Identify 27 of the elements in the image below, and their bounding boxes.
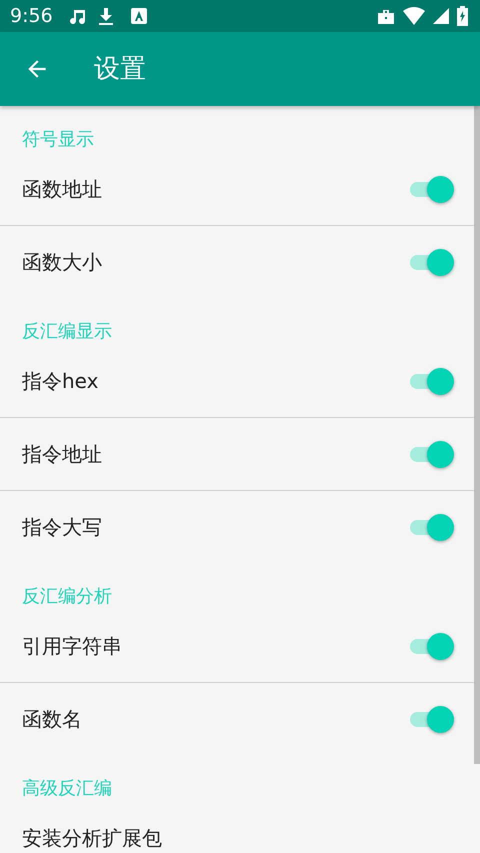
setting-label: 指令地址 [22, 441, 102, 468]
setting-label: 函数地址 [22, 176, 102, 202]
text-icon [130, 8, 147, 24]
setting-label: 函数大小 [22, 249, 102, 276]
setting-label: 指令hex [22, 368, 98, 394]
battery-icon [457, 6, 468, 26]
briefcase-icon [377, 7, 395, 25]
toggle-switch[interactable] [408, 366, 454, 396]
toggle-switch[interactable] [408, 512, 454, 542]
toggle-switch[interactable] [408, 247, 454, 277]
setting-label: 安装分析扩展包 [22, 824, 162, 852]
section-header: 符号显示 [22, 129, 94, 150]
setting-label: 函数名 [22, 706, 82, 733]
download-icon [96, 6, 115, 26]
section-header: 反汇编分析 [22, 586, 112, 607]
signal-icon [433, 8, 449, 24]
section-header: 反汇编显示 [22, 321, 112, 342]
setting-label: 引用字符串 [22, 632, 122, 660]
setting-label: 指令大写 [22, 514, 102, 541]
status-time: 9:56 [10, 4, 53, 29]
section-header: 高级反汇编 [22, 778, 112, 799]
toggle-switch[interactable] [408, 174, 454, 204]
toggle-switch[interactable] [408, 439, 454, 469]
toggle-switch[interactable] [408, 704, 454, 734]
toggle-switch[interactable] [408, 630, 454, 660]
screen-title: 设置 [94, 52, 146, 86]
wifi-icon [403, 7, 425, 25]
